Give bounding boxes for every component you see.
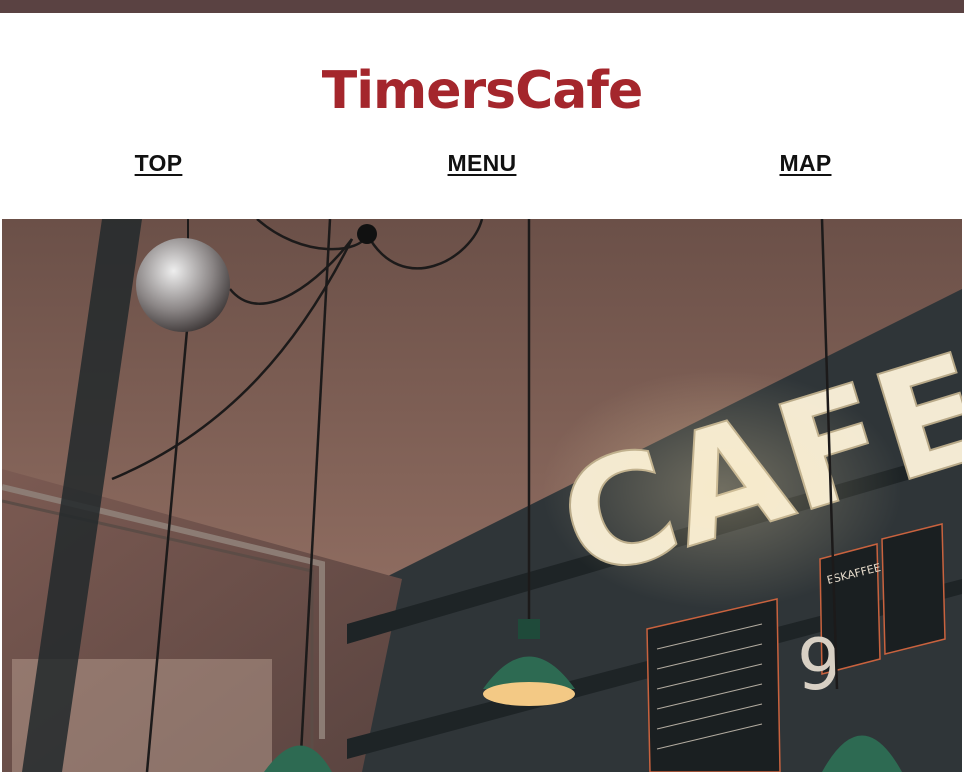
nav-link-top[interactable]: TOP	[0, 150, 317, 190]
wire-hub	[357, 224, 377, 244]
main-nav: TOP MENU MAP	[0, 150, 964, 190]
disco-ball	[136, 238, 230, 332]
chalk-menu-board	[646, 598, 781, 772]
top-bar	[0, 0, 964, 13]
nav-link-map[interactable]: MAP	[647, 150, 964, 190]
hero-image-cafe-interior: CAFE ESKAFFEE 9	[2, 219, 962, 772]
nav-link-menu[interactable]: MENU	[324, 150, 641, 190]
site-logo-title[interactable]: TimersCafe	[0, 61, 964, 121]
